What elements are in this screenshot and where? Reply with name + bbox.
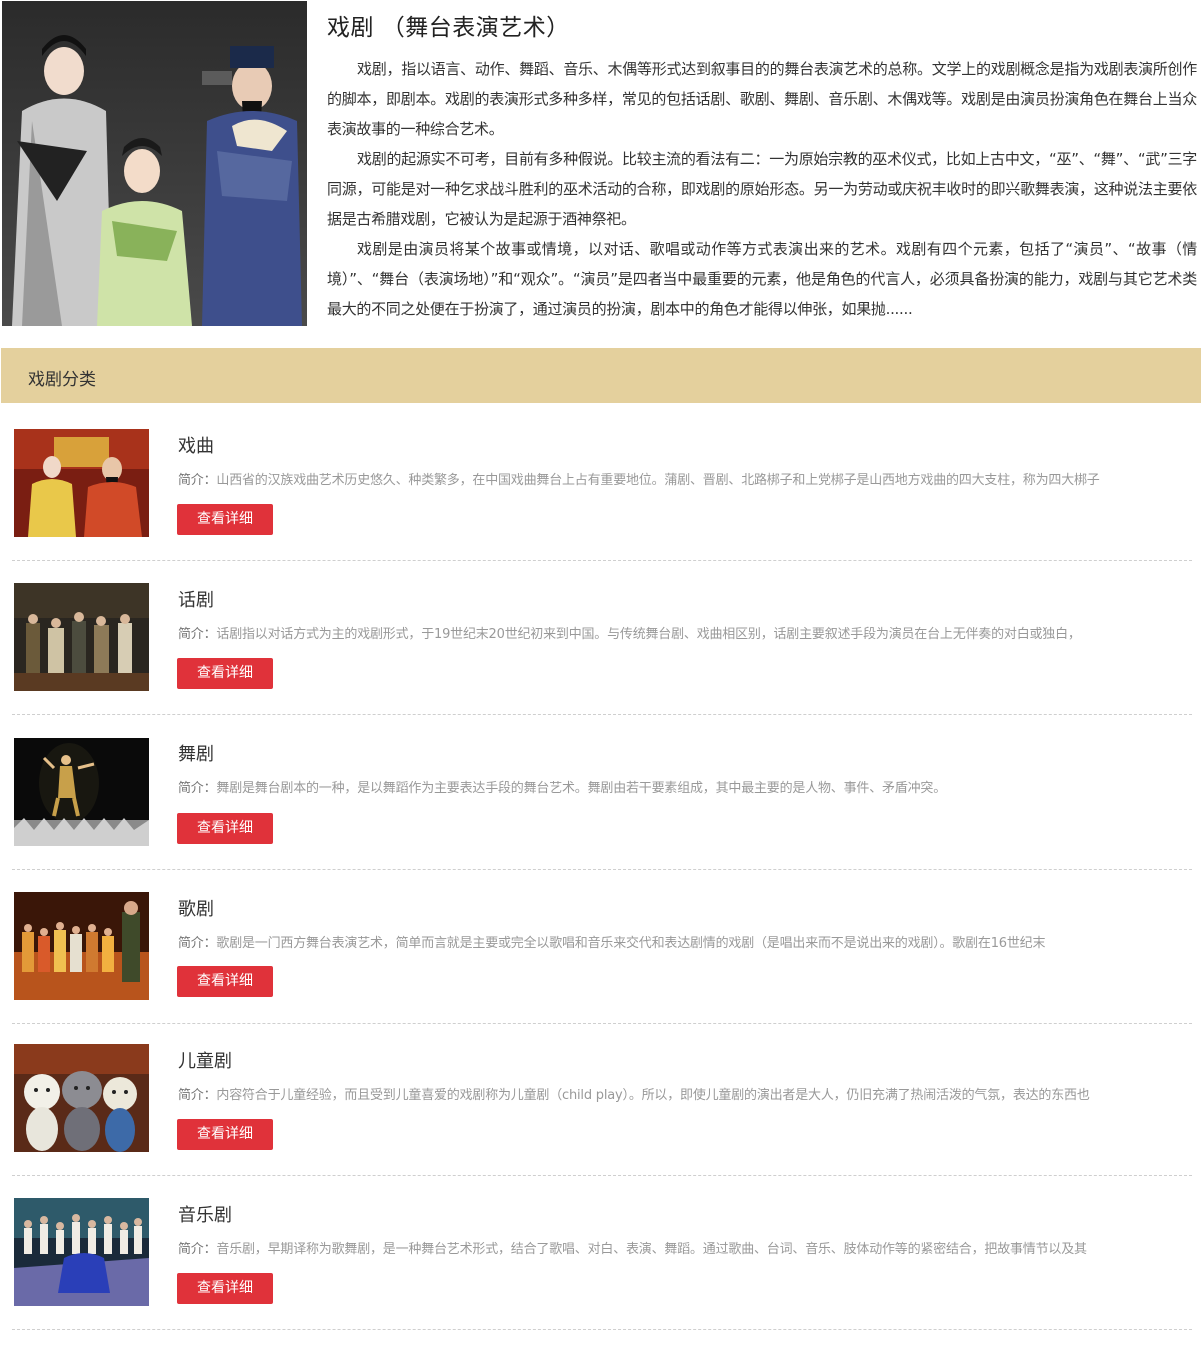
list-item: 话剧 简介：话剧指以对话方式为主的戏剧形式，于19世纪末20世纪初来到中国。与传…	[0, 574, 1202, 728]
categories-header-title: 戏剧分类	[28, 370, 96, 390]
category-thumbnail[interactable]	[14, 429, 149, 537]
intro-section: 戏剧 （舞台表演艺术） 戏剧，指以语言、动作、舞蹈、音乐、木偶等形式达到叙事目的…	[0, 0, 1202, 330]
description-text: 话剧指以对话方式为主的戏剧形式，于19世纪末20世纪初来到中国。与传统舞台剧、戏…	[216, 627, 1081, 642]
category-description: 简介：音乐剧，早期译称为歌舞剧，是一种舞台艺术形式，结合了歌唱、对白、表演、舞蹈…	[178, 1238, 1190, 1257]
divider	[12, 1023, 1192, 1024]
description-label: 简介：	[178, 473, 217, 488]
list-item: 音乐剧 简介：音乐剧，早期译称为歌舞剧，是一种舞台艺术形式，结合了歌唱、对白、表…	[0, 1189, 1202, 1343]
description-label: 简介：	[178, 1242, 217, 1257]
category-thumbnail[interactable]	[14, 1044, 149, 1152]
view-details-button[interactable]: 查看详细	[177, 1273, 273, 1304]
divider	[12, 1329, 1192, 1330]
description-text: 舞剧是舞台剧本的一种，是以舞蹈作为主要表达手段的舞台艺术。舞剧由若干要素组成，其…	[216, 781, 947, 796]
list-item: 戏曲 简介：山西省的汉族戏曲艺术历史悠久、种类繁多，在中国戏曲舞台上占有重要地位…	[0, 420, 1202, 574]
category-name[interactable]: 音乐剧	[178, 1201, 232, 1227]
categories-header: 戏剧分类	[1, 348, 1201, 403]
category-thumbnail[interactable]	[14, 1198, 149, 1306]
description-label: 简介：	[178, 781, 217, 796]
view-details-button[interactable]: 查看详细	[177, 504, 273, 535]
description-text: 音乐剧，早期译称为歌舞剧，是一种舞台艺术形式，结合了歌唱、对白、表演、舞蹈。通过…	[216, 1242, 1087, 1257]
category-description: 简介：内容符合于儿童经验，而且受到儿童喜爱的戏剧称为儿童剧（child play…	[178, 1084, 1190, 1103]
category-description: 简介：舞剧是舞台剧本的一种，是以舞蹈作为主要表达手段的舞台艺术。舞剧由若干要素组…	[178, 777, 1190, 796]
description-text: 山西省的汉族戏曲艺术历史悠久、种类繁多，在中国戏曲舞台上占有重要地位。蒲剧、晋剧…	[216, 473, 1100, 488]
divider	[12, 1175, 1192, 1176]
description-label: 简介：	[178, 627, 217, 642]
intro-title: 戏剧 （舞台表演艺术）	[327, 15, 570, 41]
divider	[12, 560, 1192, 561]
category-thumbnail[interactable]	[14, 583, 149, 691]
intro-paragraph: 戏剧，指以语言、动作、舞蹈、音乐、木偶等形式达到叙事目的的舞台表演艺术的总称。文…	[327, 60, 1197, 138]
category-name[interactable]: 儿童剧	[178, 1047, 232, 1073]
intro-body: 戏剧，指以语言、动作、舞蹈、音乐、木偶等形式达到叙事目的的舞台表演艺术的总称。文…	[327, 54, 1197, 324]
intro-paragraph: 戏剧是由演员将某个故事或情境，以对话、歌唱或动作等方式表演出来的艺术。戏剧有四个…	[327, 240, 1197, 318]
description-label: 简介：	[178, 936, 217, 951]
category-name[interactable]: 舞剧	[178, 740, 214, 766]
view-details-button[interactable]: 查看详细	[177, 966, 273, 997]
list-item: 儿童剧 简介：内容符合于儿童经验，而且受到儿童喜爱的戏剧称为儿童剧（child …	[0, 1035, 1202, 1189]
category-name[interactable]: 歌剧	[178, 895, 214, 921]
category-description: 简介：歌剧是一门西方舞台表演艺术，简单而言就是主要或完全以歌唱和音乐来交代和表达…	[178, 932, 1190, 951]
divider	[12, 714, 1192, 715]
view-details-button[interactable]: 查看详细	[177, 1119, 273, 1150]
category-description: 简介：山西省的汉族戏曲艺术历史悠久、种类繁多，在中国戏曲舞台上占有重要地位。蒲剧…	[178, 469, 1190, 488]
list-item: 歌剧 简介：歌剧是一门西方舞台表演艺术，简单而言就是主要或完全以歌唱和音乐来交代…	[0, 883, 1202, 1037]
intro-paragraph: 戏剧的起源实不可考，目前有多种假说。比较主流的看法有二：一为原始宗教的巫术仪式，…	[327, 150, 1197, 228]
description-text: 歌剧是一门西方舞台表演艺术，简单而言就是主要或完全以歌唱和音乐来交代和表达剧情的…	[216, 936, 1046, 951]
view-details-button[interactable]: 查看详细	[177, 813, 273, 844]
category-thumbnail[interactable]	[14, 738, 149, 846]
category-thumbnail[interactable]	[14, 892, 149, 1000]
description-text: 内容符合于儿童经验，而且受到儿童喜爱的戏剧称为儿童剧（child play）。所…	[216, 1088, 1090, 1103]
list-item: 舞剧 简介：舞剧是舞台剧本的一种，是以舞蹈作为主要表达手段的舞台艺术。舞剧由若干…	[0, 728, 1202, 882]
description-label: 简介：	[178, 1088, 217, 1103]
divider	[12, 869, 1192, 870]
category-name[interactable]: 话剧	[178, 586, 214, 612]
intro-opera-photo	[2, 1, 307, 326]
category-name[interactable]: 戏曲	[178, 432, 214, 458]
category-description: 简介：话剧指以对话方式为主的戏剧形式，于19世纪末20世纪初来到中国。与传统舞台…	[178, 623, 1190, 642]
view-details-button[interactable]: 查看详细	[177, 658, 273, 689]
